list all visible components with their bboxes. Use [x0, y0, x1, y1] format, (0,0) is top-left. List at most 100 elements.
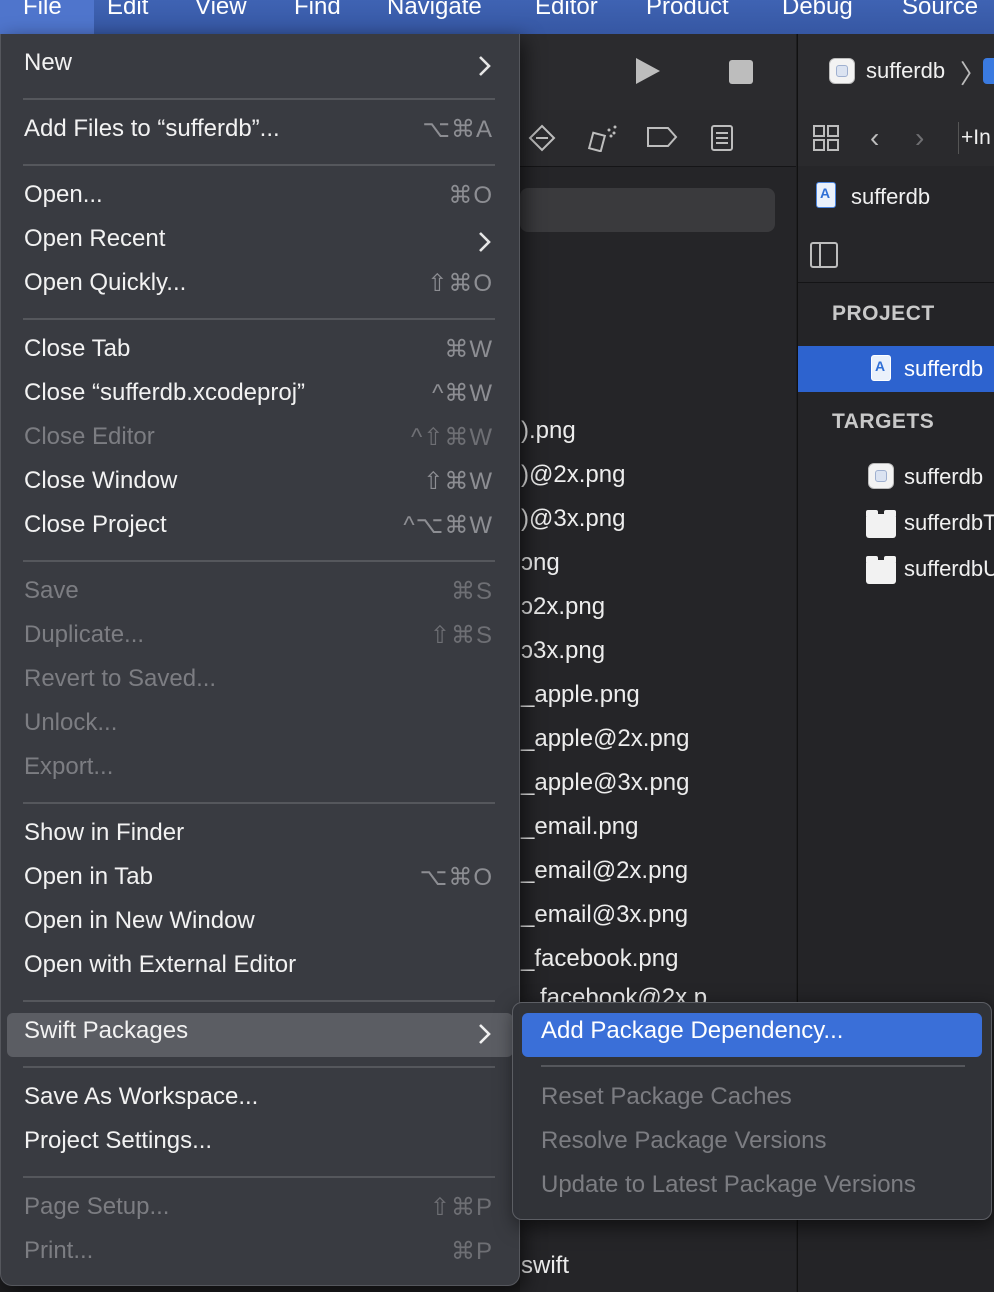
sidebar-toggle-icon[interactable] — [810, 242, 838, 268]
menu-separator — [23, 560, 495, 562]
menu-item-label: Page Setup... — [24, 1193, 170, 1220]
diamond-icon[interactable] — [528, 124, 556, 152]
back-icon[interactable]: ‹ — [870, 124, 879, 152]
target-item[interactable]: sufferdbU — [904, 556, 994, 582]
menu-item-open-recent[interactable]: Open Recent — [1, 221, 521, 265]
file-list-item[interactable]: _email.png — [521, 813, 638, 841]
menu-item-project-settings[interactable]: Project Settings... — [1, 1123, 521, 1167]
breadcrumb[interactable]: sufferdb — [851, 184, 930, 210]
file-list-item[interactable]: swift — [521, 1252, 569, 1280]
file-list-item[interactable]: )@3x.png — [521, 505, 625, 533]
menu-item-label: Save — [24, 577, 79, 604]
target-item[interactable]: sufferdb — [904, 464, 983, 490]
file-list-item[interactable]: ɔng — [521, 549, 560, 577]
file-list-item[interactable]: _apple.png — [521, 681, 640, 709]
file-list-item[interactable]: _email@3x.png — [521, 901, 688, 929]
menu-item-label: Close Project — [24, 511, 167, 538]
file-list-item[interactable]: _facebook.png — [521, 945, 678, 973]
target-item[interactable]: sufferdbT — [904, 510, 994, 536]
forward-icon[interactable]: › — [915, 124, 924, 152]
file-list-item[interactable]: _apple@2x.png — [521, 725, 690, 753]
menu-item-label: Close Window — [24, 467, 178, 494]
menu-editor[interactable]: Editor — [535, 0, 598, 21]
list-icon[interactable] — [710, 124, 734, 152]
menu-item-label: Close Tab — [24, 335, 131, 362]
shortcut-label: ⇧⌘P — [429, 1194, 493, 1221]
shortcut-label: ⌘W — [444, 336, 493, 363]
run-icon[interactable] — [634, 56, 662, 86]
grid-icon[interactable] — [812, 124, 840, 152]
menu-edit[interactable]: Edit — [107, 0, 148, 21]
menu-item-print: Print... ⌘P — [1, 1233, 521, 1277]
menu-item-label: Resolve Package Versions — [541, 1127, 827, 1154]
shortcut-label: ⌥⌘O — [419, 864, 493, 891]
menu-item-close-window[interactable]: Close Window ⇧⌘W — [1, 463, 521, 507]
menu-item-open-new-window[interactable]: Open in New Window — [1, 903, 521, 947]
chevron-right-icon — [479, 232, 491, 252]
file-list-item[interactable]: facebook@2x.p — [540, 984, 707, 1002]
menu-item-page-setup: Page Setup... ⇧⌘P — [1, 1189, 521, 1233]
sidebar-toggle-bar — [798, 226, 994, 283]
project-section-header: PROJECT — [832, 302, 935, 325]
menu-find[interactable]: Find — [294, 0, 341, 21]
file-list-item[interactable]: _apple@3x.png — [521, 769, 690, 797]
menu-debug[interactable]: Debug — [782, 0, 853, 21]
menu-product[interactable]: Product — [646, 0, 729, 21]
menu-item-close-tab[interactable]: Close Tab ⌘W — [1, 331, 521, 375]
scheme-name[interactable]: sufferdb — [866, 58, 945, 84]
file-list-item[interactable]: )@2x.png — [521, 461, 625, 489]
menu-item-show-in-finder[interactable]: Show in Finder — [1, 815, 521, 859]
stop-icon[interactable] — [729, 60, 753, 84]
menu-item-label: Add Files to “sufferdb”... — [24, 115, 280, 142]
menu-item-label: Unlock... — [24, 709, 118, 736]
menu-separator — [23, 802, 495, 804]
menu-item-label: Export... — [24, 753, 114, 780]
tag-icon[interactable] — [646, 126, 678, 148]
app-icon — [829, 58, 855, 84]
menu-item-unlock: Unlock... — [1, 705, 521, 749]
file-menu: New Add Files to “sufferdb”... ⌥⌘A Open.… — [0, 34, 520, 1286]
shortcut-label: ^⌘W — [432, 380, 493, 407]
menu-item-open[interactable]: Open... ⌘O — [1, 177, 521, 221]
menu-separator — [541, 1065, 965, 1067]
menu-item-save-as-workspace[interactable]: Save As Workspace... — [1, 1079, 521, 1123]
menu-item-close-project[interactable]: Close Project ^⌥⌘W — [1, 507, 521, 551]
shortcut-label: ⇧⌘W — [423, 468, 493, 495]
menu-item-new[interactable]: New — [1, 45, 521, 89]
shortcut-label: ⌘S — [450, 578, 493, 605]
file-list-item[interactable]: _email@2x.png — [521, 857, 688, 885]
spray-icon[interactable] — [587, 124, 619, 152]
file-list-item[interactable]: ɔ3x.png — [521, 637, 605, 665]
menu-source[interactable]: Source — [902, 0, 978, 21]
shortcut-label: ^⌥⌘W — [403, 512, 493, 539]
menu-item-open-quickly[interactable]: Open Quickly... ⇧⌘O — [1, 265, 521, 309]
menu-item-open-in-tab[interactable]: Open in Tab ⌥⌘O — [1, 859, 521, 903]
menu-view[interactable]: View — [195, 0, 247, 21]
app-target-icon — [868, 463, 894, 489]
menu-item-label: Show in Finder — [24, 819, 185, 846]
menu-item-label: Update to Latest Package Versions — [541, 1171, 916, 1198]
menu-file[interactable]: File — [23, 0, 62, 21]
menu-item-open-external-editor[interactable]: Open with External Editor — [1, 947, 521, 991]
project-file-icon — [871, 355, 891, 381]
menu-navigate[interactable]: Navigate — [387, 0, 482, 21]
navigator-filter-field[interactable] — [520, 188, 775, 232]
device-icon — [983, 58, 994, 84]
menu-separator — [23, 1176, 495, 1178]
menu-item-label: Open... — [24, 181, 103, 208]
menu-item-add-package-dependency[interactable]: Add Package Dependency... — [513, 1013, 991, 1057]
jump-bar: ‹ › +In — [798, 110, 994, 167]
menu-item-export: Export... — [1, 749, 521, 793]
breadcrumb-bar: sufferdb — [798, 166, 994, 227]
file-list-item[interactable]: ).png — [521, 417, 576, 445]
menu-item-label: Reset Package Caches — [541, 1083, 792, 1110]
menu-item-close-project-file[interactable]: Close “sufferdb.xcodeproj” ^⌘W — [1, 375, 521, 419]
menu-separator — [23, 164, 495, 166]
project-item-selected[interactable]: sufferdb — [798, 346, 994, 392]
chevron-right-icon — [479, 1024, 491, 1044]
add-button-label[interactable]: +In — [961, 126, 991, 150]
menu-item-swift-packages[interactable]: Swift Packages — [1, 1013, 521, 1057]
menu-separator — [23, 98, 495, 100]
file-list-item[interactable]: ɔ2x.png — [521, 593, 605, 621]
menu-item-add-files[interactable]: Add Files to “sufferdb”... ⌥⌘A — [1, 111, 521, 155]
